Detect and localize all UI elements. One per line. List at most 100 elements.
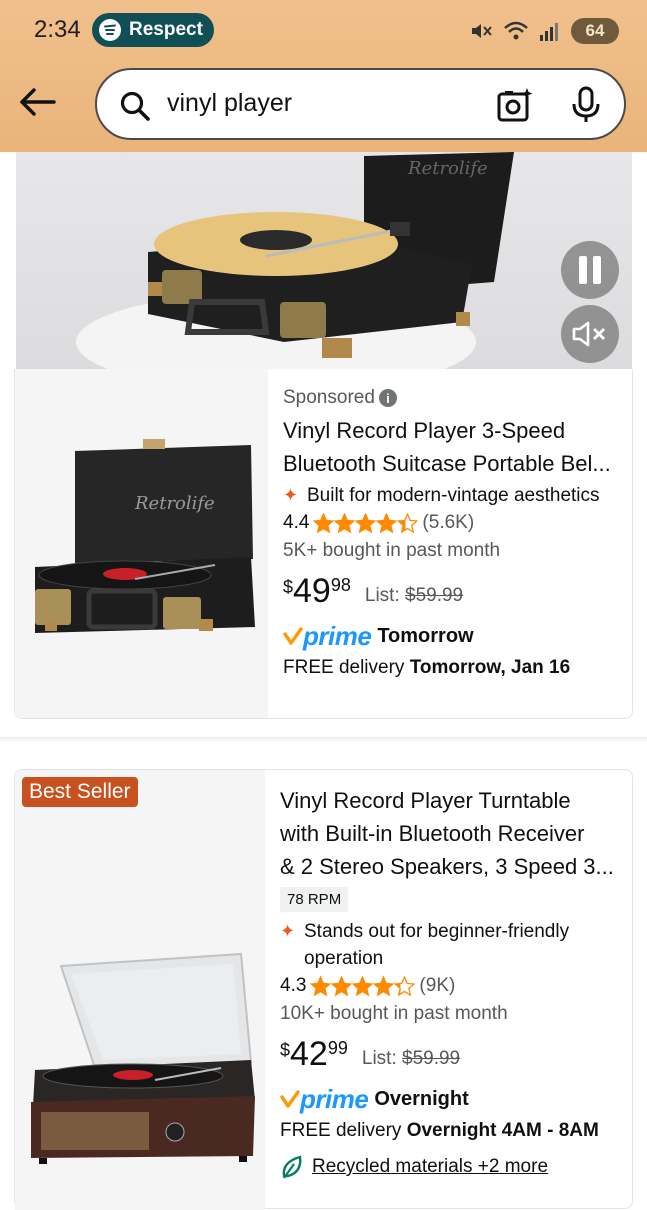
price-fraction: 99 bbox=[327, 1038, 348, 1058]
turntable-dustcover-image bbox=[31, 952, 255, 1164]
info-icon[interactable]: i bbox=[378, 389, 397, 407]
list-price: List: $59.99 bbox=[362, 1048, 460, 1070]
prime-delivery-speed: Tomorrow bbox=[377, 624, 474, 647]
delivery-prefix: FREE delivery bbox=[280, 1120, 402, 1141]
star-rating bbox=[310, 975, 416, 997]
star-icon bbox=[397, 512, 419, 533]
price-whole: 49 bbox=[293, 572, 331, 610]
video-frame-turntable: Retrolife bbox=[76, 152, 514, 369]
spotify-track-label: Respect bbox=[129, 19, 203, 40]
sustainability-link[interactable]: Recycled materials +2 more bbox=[280, 1152, 625, 1182]
signal-icon bbox=[540, 23, 558, 41]
prime-delivery-speed: Overnight bbox=[374, 1087, 469, 1110]
star-icon bbox=[334, 512, 356, 533]
section-divider bbox=[0, 737, 647, 741]
highlight-line-1: Stands out for beginner-friendly bbox=[304, 921, 570, 942]
sponsored-text: Sponsored bbox=[283, 387, 375, 408]
rating-value: 4.4 bbox=[283, 512, 310, 533]
product-image[interactable]: Best Seller bbox=[15, 770, 265, 1210]
microphone-icon[interactable] bbox=[570, 86, 602, 124]
price-whole: 42 bbox=[290, 1035, 328, 1073]
ai-highlight: ✦ Stands out for beginner-friendly opera… bbox=[280, 918, 625, 972]
delivery-date: Overnight 4AM - 8AM bbox=[406, 1120, 599, 1141]
delivery-info: FREE delivery Overnight 4AM - 8AM bbox=[280, 1116, 625, 1146]
product-title[interactable]: Vinyl Record Player Turntable with Built… bbox=[280, 784, 625, 883]
sponsored-video-player[interactable]: Retrolife bbox=[16, 152, 632, 369]
search-input[interactable]: vinyl player bbox=[167, 89, 292, 118]
best-seller-badge: Best Seller bbox=[22, 777, 138, 807]
leaf-icon bbox=[282, 1155, 302, 1179]
star-icon bbox=[373, 975, 395, 996]
camera-lens-icon[interactable] bbox=[496, 86, 534, 124]
product-card-sponsored[interactable]: Retrolife Sponsored i Vinyl Record Playe… bbox=[14, 369, 633, 719]
sustainability-text: Recycled materials +2 more bbox=[312, 1156, 549, 1177]
product-title-line-1: Vinyl Record Player Turntable bbox=[280, 788, 571, 813]
price: $ 42 99 bbox=[280, 1034, 348, 1074]
ai-highlight: ✦ Built for modern-vintage aesthetics bbox=[283, 482, 628, 509]
prime-logo: prime bbox=[300, 1083, 369, 1114]
back-arrow-icon[interactable] bbox=[18, 82, 58, 122]
product-title-line-2: Bluetooth Suitcase Portable Bel... bbox=[283, 451, 611, 476]
pause-icon bbox=[579, 256, 601, 284]
spotify-icon bbox=[99, 19, 121, 41]
speed-option-chip[interactable]: 78 RPM bbox=[280, 887, 349, 912]
star-icon bbox=[313, 512, 335, 533]
list-price-value: $59.99 bbox=[405, 585, 464, 606]
star-icon bbox=[394, 975, 416, 996]
rating-value: 4.3 bbox=[280, 975, 307, 996]
prime-logo: prime bbox=[303, 620, 372, 651]
price-fraction: 98 bbox=[330, 575, 351, 595]
spotify-now-playing-pill[interactable]: Respect bbox=[92, 13, 214, 47]
video-brand-text: Retrolife bbox=[407, 158, 488, 179]
product-title-line-1: Vinyl Record Player 3-Speed bbox=[283, 418, 566, 443]
system-icons: 64 bbox=[469, 16, 619, 46]
search-bar[interactable]: vinyl player bbox=[95, 68, 626, 140]
mute-icon bbox=[472, 24, 492, 38]
wifi-icon bbox=[504, 21, 528, 40]
sparkle-icon: ✦ bbox=[283, 485, 299, 505]
review-count: (5.6K) bbox=[422, 512, 475, 533]
delivery-info: FREE delivery Tomorrow, Jan 16 bbox=[283, 653, 628, 683]
prime-check-icon bbox=[283, 627, 303, 645]
price: $ 49 98 bbox=[283, 571, 351, 611]
prime-check-icon bbox=[280, 1090, 300, 1108]
star-icon bbox=[331, 975, 353, 996]
bought-count: 10K+ bought in past month bbox=[280, 1003, 508, 1024]
list-price-value: $59.99 bbox=[402, 1048, 461, 1069]
bought-count: 5K+ bought in past month bbox=[283, 540, 501, 561]
prime-row: prime Tomorrow bbox=[283, 619, 628, 653]
star-icon bbox=[310, 975, 332, 996]
highlight-text: Built for modern-vintage aesthetics bbox=[307, 485, 600, 506]
sponsored-label[interactable]: Sponsored i bbox=[283, 387, 628, 409]
product-brand-text: Retrolife bbox=[134, 493, 215, 514]
highlight-line-2: operation bbox=[304, 948, 384, 969]
pause-button[interactable] bbox=[561, 241, 619, 299]
price-row: $ 49 98 List: $59.99 bbox=[283, 571, 628, 619]
product-title[interactable]: Vinyl Record Player 3-Speed Bluetooth Su… bbox=[283, 414, 628, 480]
star-icon bbox=[355, 512, 377, 533]
product-title-line-3: & 2 Stereo Speakers, 3 Speed 3... bbox=[280, 854, 614, 879]
rating-row[interactable]: 4.4 (5.6K) bbox=[283, 509, 628, 537]
star-icon bbox=[376, 512, 398, 533]
speaker-muted-icon bbox=[572, 321, 605, 347]
star-icon bbox=[352, 975, 374, 996]
review-count: (9K) bbox=[419, 975, 456, 996]
app-header: 2:34 Respect 64 vinyl player bbox=[0, 0, 647, 152]
turntable-suitcase-image: Retrolife bbox=[35, 439, 255, 633]
battery-indicator: 64 bbox=[571, 18, 619, 44]
product-info: Vinyl Record Player Turntable with Built… bbox=[280, 784, 625, 1182]
list-label: List: bbox=[361, 1048, 397, 1069]
delivery-prefix: FREE delivery bbox=[283, 657, 405, 678]
search-icon bbox=[120, 91, 150, 121]
product-title-line-2: with Built-in Bluetooth Receiver bbox=[280, 821, 585, 846]
product-image[interactable]: Retrolife bbox=[15, 369, 268, 718]
battery-level: 64 bbox=[585, 21, 605, 40]
product-card-best-seller[interactable]: Best Seller Vinyl Record Player Turntabl… bbox=[14, 769, 633, 1210]
price-row: $ 42 99 List: $59.99 bbox=[280, 1034, 625, 1082]
list-price: List: $59.99 bbox=[365, 585, 463, 607]
product-info: Sponsored i Vinyl Record Player 3-Speed … bbox=[283, 387, 628, 683]
prime-row: prime Overnight bbox=[280, 1082, 625, 1116]
mute-video-button[interactable] bbox=[561, 305, 619, 363]
rating-row[interactable]: 4.3 (9K) bbox=[280, 972, 625, 1000]
star-rating bbox=[313, 512, 419, 534]
